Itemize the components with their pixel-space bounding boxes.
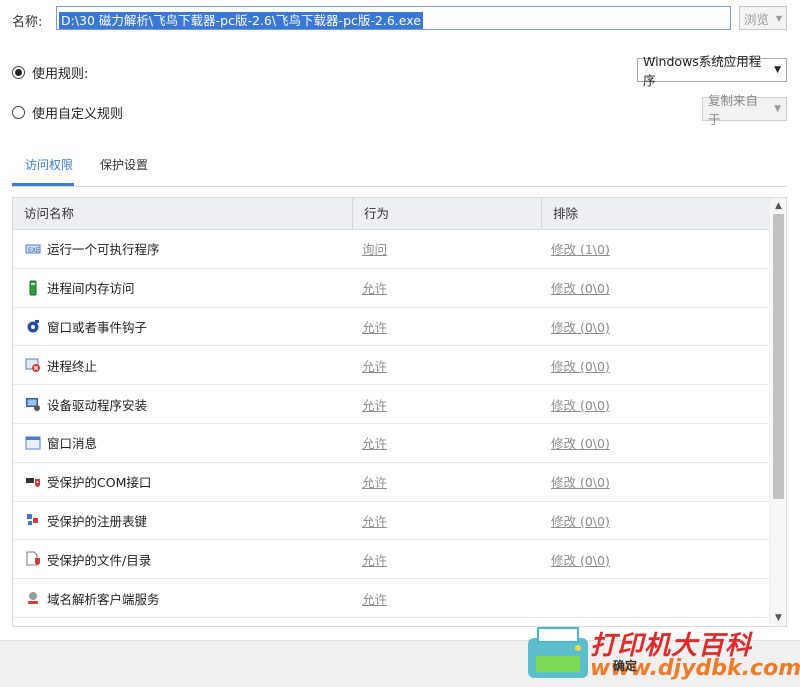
- use-rule-radio-row[interactable]: 使用规则:: [12, 63, 88, 82]
- row-action-link[interactable]: 允许: [362, 553, 387, 568]
- column-header-exclude[interactable]: 排除: [542, 198, 770, 230]
- row-action-link[interactable]: 允许: [362, 592, 387, 607]
- table-row[interactable]: EXE 运行一个可执行程序 询问 修改 (1\0): [13, 230, 770, 269]
- row-action-link[interactable]: 允许: [362, 281, 387, 296]
- table-row[interactable]: 进程间内存访问 允许 修改 (0\0): [13, 268, 770, 308]
- row-exclude-link[interactable]: 修改 (0\0): [551, 514, 610, 529]
- row-action-link[interactable]: 允许: [362, 514, 387, 529]
- row-exclude-link[interactable]: 修改 (0\0): [551, 359, 610, 374]
- row-action-link[interactable]: 允许: [362, 398, 387, 413]
- row-exclude-link[interactable]: 修改 (0\0): [551, 553, 610, 568]
- row-name: 受保护的注册表键: [47, 513, 148, 529]
- use-rule-radio[interactable]: [12, 66, 25, 79]
- registry-key-icon: [25, 512, 41, 528]
- scroll-up-icon[interactable]: ▲: [770, 198, 786, 214]
- tab-protection-settings[interactable]: 保护设置: [100, 156, 148, 173]
- table-header: 访问名称 行为 排除: [13, 198, 770, 230]
- hook-icon: [25, 318, 41, 334]
- table-row[interactable]: 设备驱动程序安装 允许 修改 (0\0): [13, 385, 770, 424]
- row-name: 受保护的COM接口: [47, 475, 152, 491]
- row-action-link[interactable]: 允许: [362, 436, 387, 451]
- row-name: 受保护的文件/目录: [47, 552, 152, 568]
- name-input[interactable]: D:\30 磁力解析\飞鸟下载器-pc版-2.6\飞鸟下载器-pc版-2.6.e…: [56, 6, 731, 30]
- run-program-icon: EXE: [25, 241, 41, 257]
- row-action-link[interactable]: 允许: [362, 320, 387, 335]
- access-table: 访问名称 行为 排除 EXE 运行一个可执行程序 询问 修改 (1\0) 进程间…: [12, 197, 787, 627]
- row-exclude-link[interactable]: 修改 (0\0): [551, 320, 610, 335]
- copy-from-select[interactable]: 复制来自于 ▼: [702, 93, 787, 127]
- row-action-link[interactable]: 询问: [362, 242, 387, 257]
- memory-access-icon: [25, 280, 41, 296]
- vertical-scrollbar[interactable]: ▲ ▼: [769, 198, 786, 626]
- tab-access-rights[interactable]: 访问权限: [25, 156, 73, 173]
- row-exclude-link[interactable]: 修改 (0\0): [551, 281, 610, 296]
- row-name: 域名解析客户端服务: [47, 591, 160, 607]
- column-header-action[interactable]: 行为: [353, 198, 542, 230]
- chevron-down-icon: ▼: [774, 104, 781, 114]
- row-exclude-link[interactable]: 修改 (1\0): [551, 242, 610, 257]
- row-exclude-link[interactable]: 修改 (0\0): [551, 398, 610, 413]
- tab-divider: [12, 186, 787, 187]
- process-terminate-icon: [25, 357, 41, 373]
- name-label: 名称:: [12, 15, 43, 30]
- browse-label: 浏览: [744, 11, 770, 27]
- window-message-icon: [25, 435, 41, 451]
- rule-select[interactable]: Windows系统应用程序 ▼: [637, 54, 787, 88]
- table-row[interactable]: 窗口消息 允许 修改 (0\0): [13, 423, 770, 463]
- row-name: 窗口或者事件钩子: [47, 319, 148, 335]
- table-row[interactable]: 受保护的注册表键 允许 修改 (0\0): [13, 501, 770, 541]
- file-folder-icon: [25, 551, 41, 567]
- rule-select-value: Windows系统应用程序: [643, 54, 762, 88]
- table-row[interactable]: 受保护的文件/目录 允许 修改 (0\0): [13, 540, 770, 580]
- table-row[interactable]: 窗口或者事件钩子 允许 修改 (0\0): [13, 307, 770, 347]
- use-custom-rule-radio-row[interactable]: 使用自定义规则: [12, 103, 123, 122]
- row-exclude-link[interactable]: 修改 (0\0): [551, 475, 610, 490]
- table-row[interactable]: 受保护的COM接口 允许 修改 (0\0): [13, 462, 770, 502]
- table-row[interactable]: 域名解析客户端服务 允许: [13, 579, 770, 618]
- row-name: 设备驱动程序安装: [47, 397, 148, 413]
- table-row[interactable]: 进程终止 允许 修改 (0\0): [13, 346, 770, 386]
- row-action-link[interactable]: 允许: [362, 475, 387, 490]
- table-body: EXE 运行一个可执行程序 询问 修改 (1\0) 进程间内存访问 允许 修改 …: [13, 230, 770, 618]
- driver-install-icon: [25, 396, 41, 412]
- browse-button[interactable]: 浏览 ▼: [739, 6, 787, 30]
- ok-button[interactable]: 确定: [595, 652, 655, 678]
- row-action-link[interactable]: 允许: [362, 359, 387, 374]
- column-header-access-name[interactable]: 访问名称: [13, 198, 353, 230]
- row-exclude-link[interactable]: 修改 (0\0): [551, 436, 610, 451]
- row-name: 进程间内存访问: [47, 281, 135, 297]
- chevron-down-icon: ▼: [775, 13, 782, 23]
- copy-from-value: 复制来自于: [708, 93, 759, 127]
- use-custom-rule-radio[interactable]: [12, 106, 25, 119]
- name-input-value: D:\30 磁力解析\飞鸟下载器-pc版-2.6\飞鸟下载器-pc版-2.6.e…: [59, 12, 423, 29]
- row-name: 运行一个可执行程序: [47, 242, 160, 258]
- chevron-down-icon: ▼: [774, 65, 781, 75]
- com-interface-icon: [25, 474, 41, 490]
- svg-text:EXE: EXE: [28, 247, 40, 254]
- row-name: 窗口消息: [47, 436, 98, 452]
- use-custom-rule-label: 使用自定义规则: [32, 107, 124, 122]
- row-name: 进程终止: [47, 358, 98, 374]
- use-rule-label: 使用规则:: [32, 67, 89, 82]
- dns-client-icon: [25, 590, 41, 606]
- scrollbar-thumb[interactable]: [773, 214, 784, 499]
